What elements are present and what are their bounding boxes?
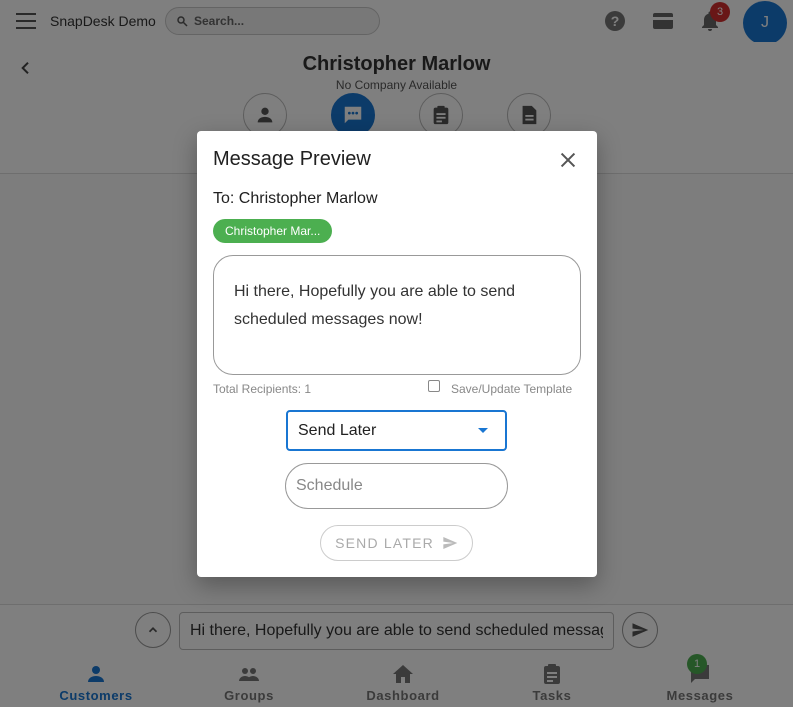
dropdown-arrow-icon	[478, 428, 488, 433]
send-icon	[443, 537, 458, 549]
send-later-button[interactable]: SEND LATER	[320, 525, 473, 561]
close-icon[interactable]	[557, 149, 579, 171]
recipient-line: To: Christopher Marlow	[213, 190, 378, 207]
save-template-label: Save/Update Template	[451, 382, 573, 396]
total-recipients: Total Recipients: 1	[213, 382, 312, 396]
schedule-input[interactable]	[285, 463, 508, 509]
message-preview-textarea[interactable]: Hi there, Hopefully you are able to send…	[213, 255, 581, 375]
send-mode-select[interactable]: Send Later	[286, 410, 507, 451]
save-template-checkbox[interactable]	[428, 380, 440, 392]
send-later-label: SEND LATER	[335, 535, 434, 551]
send-mode-value: Send Later	[298, 422, 377, 439]
message-preview-dialog: Message Preview To: Christopher Marlow C…	[197, 131, 597, 577]
dialog-title: Message Preview	[213, 148, 371, 170]
recipient-chip[interactable]: Christopher Mar...	[213, 219, 333, 243]
